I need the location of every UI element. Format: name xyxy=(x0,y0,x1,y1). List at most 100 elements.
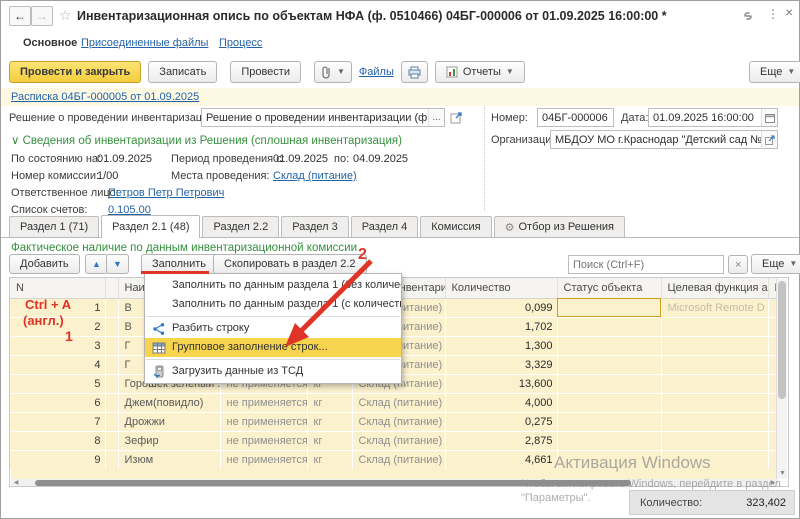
vscroll-thumb[interactable] xyxy=(778,281,786,399)
document-window: ←→ ☆ Инвентаризационная опись по объекта… xyxy=(0,0,800,519)
move-up-button[interactable]: ▲ xyxy=(85,254,108,274)
divider xyxy=(484,107,485,211)
chevron-down-icon: ▼ xyxy=(787,68,795,76)
report-icon xyxy=(446,66,458,78)
to-label: по: xyxy=(334,153,349,165)
gear-icon: ⚙ xyxy=(505,221,515,234)
printer-icon xyxy=(408,66,421,79)
tsd-device-icon xyxy=(152,365,166,379)
total-quantity-value: 323,402 xyxy=(746,497,794,509)
annotation-ctrl-a: Ctrl + A xyxy=(25,297,71,312)
back-button[interactable]: ← xyxy=(9,6,31,26)
post-button[interactable]: Провести xyxy=(230,61,301,83)
windows-activation-watermark-line2: Чтобы активировать Windows, перейдите в … xyxy=(521,478,781,490)
menu-separator xyxy=(146,359,400,360)
period-to: 04.09.2025 xyxy=(353,153,408,165)
move-down-button[interactable]: ▼ xyxy=(106,254,129,274)
search-input[interactable] xyxy=(568,255,724,274)
chevron-down-icon: ▼ xyxy=(337,68,345,76)
post-and-close-button[interactable]: Провести и закрыть xyxy=(9,61,141,83)
vertical-scrollbar[interactable]: ▼ xyxy=(776,279,787,479)
menu-item-load-tsd[interactable]: Загрузить данные из ТСД xyxy=(145,362,401,381)
scroll-left-icon[interactable]: ◀ xyxy=(11,479,21,487)
col-n[interactable]: N xyxy=(10,278,105,298)
choose-button[interactable]: ... xyxy=(428,109,444,126)
windows-activation-watermark: Активация Windows xyxy=(554,453,711,473)
get-link-icon[interactable] xyxy=(741,10,755,22)
receipt-link[interactable]: Расписка 04БГ-000005 от 01.09.2025 xyxy=(11,91,199,103)
commission-value: 1/00 xyxy=(97,170,118,182)
commission-label: Номер комиссии: xyxy=(11,170,99,182)
print-button[interactable] xyxy=(401,61,428,83)
split-row-icon xyxy=(152,322,166,336)
tab-section-3[interactable]: Раздел 3 xyxy=(281,216,349,237)
favorite-star-icon[interactable]: ☆ xyxy=(59,7,72,24)
tab-section-4[interactable]: Раздел 4 xyxy=(351,216,419,237)
chevron-down-icon: ▼ xyxy=(506,68,514,76)
number-label: Номер: xyxy=(491,112,528,124)
reports-button[interactable]: Отчеты▼ xyxy=(435,61,525,83)
annotation-underline xyxy=(141,271,209,274)
more-menu-icon[interactable]: ⋮ xyxy=(767,7,779,21)
responsible-link[interactable]: Петров Петр Петрович xyxy=(108,187,224,199)
table-more-button[interactable]: Еще▼ xyxy=(751,254,800,274)
annotation-step-1: 1 xyxy=(65,328,73,344)
clear-search-button[interactable]: × xyxy=(728,255,748,274)
nav-buttons: ←→ xyxy=(9,6,53,26)
as-of-label: По состоянию на: xyxy=(11,153,101,165)
write-button[interactable]: Записать xyxy=(148,61,217,83)
responsible-label: Ответственное лицо: xyxy=(11,187,119,199)
decision-label: Решение о проведении инвентаризации: xyxy=(9,112,217,124)
files-link[interactable]: Файлы xyxy=(359,66,394,78)
period-label: Период проведения с: xyxy=(171,153,285,165)
org-field[interactable]: МБДОУ МО г.Краснодар "Детский сад № 314" xyxy=(550,130,778,149)
total-quantity-box: Количество: 323,402 xyxy=(629,490,795,515)
close-icon[interactable]: ✕ xyxy=(785,8,793,19)
as-of-value: 01.09.2025 xyxy=(97,153,152,165)
selected-cell[interactable] xyxy=(557,298,661,317)
col-qty[interactable]: Количество xyxy=(445,278,557,298)
tab-section-2-2[interactable]: Раздел 2.2 xyxy=(202,216,279,237)
search-field[interactable] xyxy=(569,259,723,271)
close-icon: × xyxy=(735,259,741,271)
tab-attached-files[interactable]: Присоединенные файлы xyxy=(81,37,208,49)
chevron-down-icon: ▼ xyxy=(789,260,797,268)
paperclip-icon xyxy=(321,65,332,79)
tab-selection[interactable]: ⚙Отбор из Решения xyxy=(494,216,625,237)
tab-section-1[interactable]: Раздел 1 (71) xyxy=(9,216,99,237)
add-row-button[interactable]: Добавить xyxy=(9,254,80,274)
annotation-lang: (англ.) xyxy=(23,313,64,328)
period-from: 01.09.2025 xyxy=(273,153,328,165)
forward-icon: → xyxy=(36,9,48,23)
tab-process[interactable]: Процесс xyxy=(219,37,262,49)
tab-commission[interactable]: Комиссия xyxy=(420,216,491,237)
back-icon: ← xyxy=(14,9,26,23)
details-toggle[interactable]: ∨ Сведения об инвентаризации из Решения … xyxy=(11,133,402,147)
col-target[interactable]: Целевая функция акт... xyxy=(661,278,768,298)
col-mark[interactable] xyxy=(105,278,118,298)
arrow-up-icon: ▲ xyxy=(92,259,101,269)
more-button[interactable]: Еще▼ xyxy=(749,61,800,83)
table-fill-icon xyxy=(152,341,166,355)
tab-main[interactable]: Основное xyxy=(23,37,77,49)
open-decision-icon[interactable] xyxy=(450,111,463,124)
decision-field[interactable]: Решение о проведении инвентаризации (ф. … xyxy=(201,108,445,127)
number-field[interactable]: 04БГ-000006 xyxy=(537,108,614,127)
table-row[interactable]: 8 Зефир не применяется кг Склад (питание… xyxy=(10,431,777,450)
date-field[interactable]: 01.09.2025 16:00:00 xyxy=(648,108,778,127)
forward-button[interactable]: → xyxy=(31,6,53,26)
chevron-down-icon: ∨ xyxy=(11,135,23,147)
arrow-down-icon: ▼ xyxy=(113,259,122,269)
attachment-button[interactable]: ▼ xyxy=(314,61,352,83)
open-org-icon[interactable] xyxy=(761,131,777,148)
table-row[interactable]: 6 Джем(повидло) не применяется кг Склад … xyxy=(10,393,777,412)
places-link[interactable]: Склад (питание) xyxy=(273,170,357,182)
tab-section-2-1[interactable]: Раздел 2.1 (48) xyxy=(101,215,200,238)
table-row[interactable]: 7 Дрожжи не применяется кг Склад (питани… xyxy=(10,412,777,431)
windows-activation-watermark-line3: "Параметры". xyxy=(521,492,591,504)
ghost-text: Microsoft Remote D xyxy=(668,302,765,314)
places-label: Места проведения: xyxy=(171,170,270,182)
col-status[interactable]: Статус объекта xyxy=(557,278,661,298)
page-title: Инвентаризационная опись по объектам НФА… xyxy=(77,9,667,23)
calendar-icon[interactable] xyxy=(761,109,777,126)
